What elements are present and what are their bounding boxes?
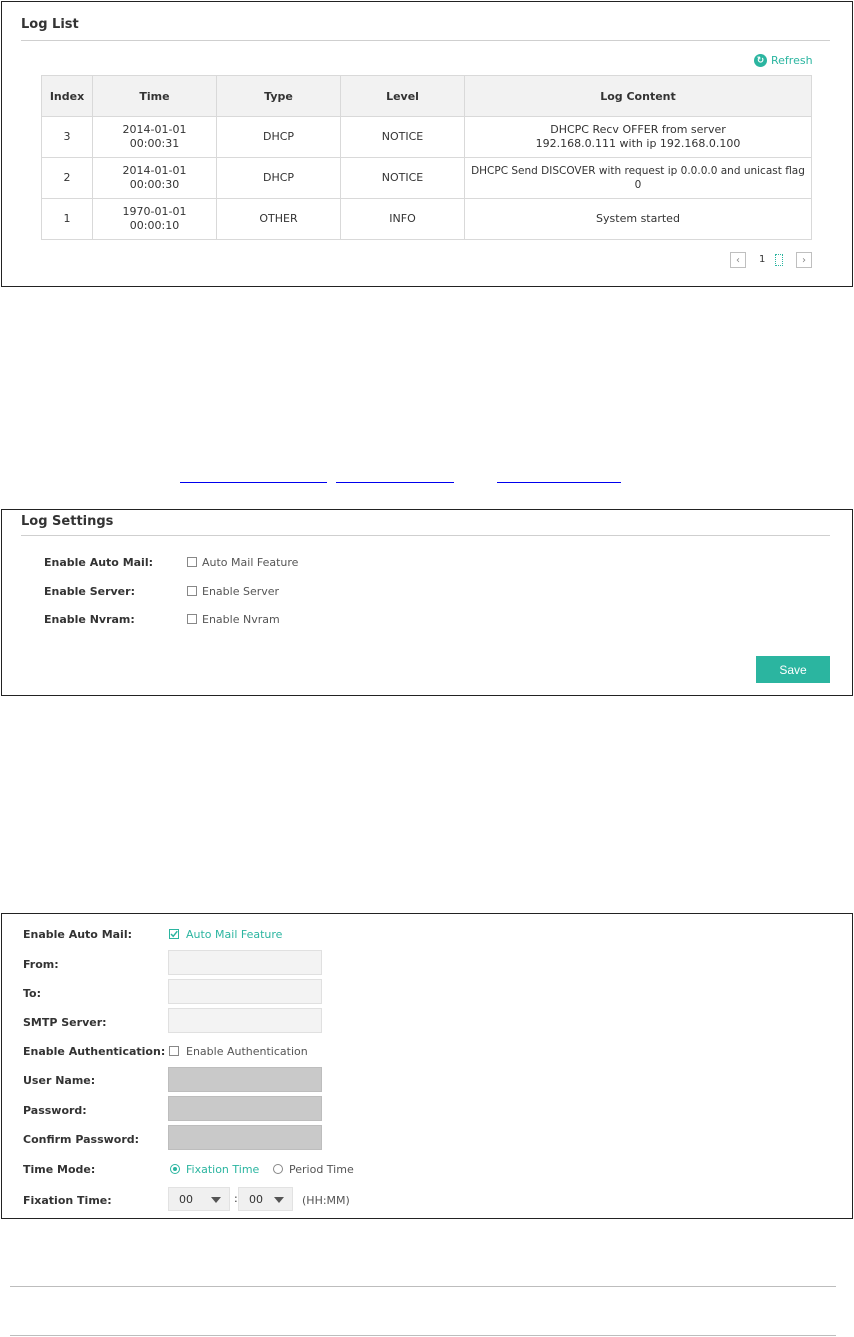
password-label: Password: [23, 1104, 87, 1117]
fixation-time-radio[interactable] [170, 1164, 180, 1174]
fixation-time-radio-label[interactable]: Fixation Time [186, 1163, 259, 1176]
enable-server-checkbox[interactable] [187, 586, 197, 596]
cell-type: DHCP [216, 116, 341, 158]
pager-current-page[interactable]: 1 [759, 254, 765, 265]
confirm-password-label: Confirm Password: [23, 1133, 140, 1146]
fixation-time-label: Fixation Time: [23, 1194, 112, 1207]
period-time-radio-label[interactable]: Period Time [289, 1163, 354, 1176]
smtp-server-input[interactable] [168, 1008, 322, 1033]
column-header-level[interactable]: Level [340, 75, 465, 117]
auto-mail-checkbox-label[interactable]: Auto Mail Feature [186, 928, 282, 941]
from-input[interactable] [168, 950, 322, 975]
cell-type: OTHER [216, 198, 341, 240]
mail-settings-panel: Enable Auto Mail: Auto Mail Feature From… [1, 913, 853, 1219]
chevron-down-icon [211, 1197, 221, 1203]
hour-select-value: 00 [179, 1192, 193, 1206]
cell-content: DHCPC Recv OFFER from server 192.168.0.1… [464, 116, 812, 158]
authentication-checkbox[interactable] [169, 1046, 179, 1056]
cell-content: DHCPC Send DISCOVER with request ip 0.0.… [464, 157, 812, 199]
column-header-type[interactable]: Type [216, 75, 341, 117]
checkmark-icon [170, 930, 178, 938]
auto-mail-checkbox[interactable] [169, 929, 179, 939]
table-row: 3 2014-01-01 00:00:31 DHCP NOTICE DHCPC … [41, 116, 812, 158]
column-header-time[interactable]: Time [92, 75, 217, 117]
confirm-password-input[interactable] [168, 1125, 322, 1150]
cell-time: 2014-01-01 00:00:30 [92, 157, 217, 199]
to-input[interactable] [168, 979, 322, 1004]
smtp-server-label: SMTP Server: [23, 1016, 107, 1029]
chevron-right-icon: › [802, 254, 806, 266]
refresh-label: Refresh [771, 54, 813, 67]
divider-line [10, 1335, 836, 1336]
log-settings-divider [21, 535, 830, 536]
link-underline [336, 482, 454, 483]
auto-mail-checkbox[interactable] [187, 557, 197, 567]
chevron-left-icon: ‹ [736, 254, 740, 266]
auto-mail-checkbox-label[interactable]: Auto Mail Feature [202, 556, 298, 569]
divider-line [10, 1286, 836, 1287]
column-header-log-content[interactable]: Log Content [464, 75, 812, 117]
enable-nvram-label: Enable Nvram: [44, 613, 135, 626]
hour-select[interactable]: 00 [168, 1187, 230, 1211]
time-mode-label: Time Mode: [23, 1163, 96, 1176]
time-format-hint: (HH:MM) [302, 1194, 350, 1207]
cell-index: 2 [41, 157, 93, 199]
enable-server-checkbox-label[interactable]: Enable Server [202, 585, 279, 598]
to-label: To: [23, 987, 41, 1000]
enable-auto-mail-label: Enable Auto Mail: [44, 556, 154, 569]
link-underline [180, 482, 327, 483]
enable-authentication-label: Enable Authentication: [23, 1045, 166, 1058]
user-name-label: User Name: [23, 1074, 96, 1087]
cell-time: 1970-01-01 00:00:10 [92, 198, 217, 240]
cell-level: NOTICE [340, 116, 465, 158]
cell-type: DHCP [216, 157, 341, 199]
pager-loading-icon [775, 254, 783, 266]
minute-select-value: 00 [249, 1192, 263, 1206]
table-row: 1 1970-01-01 00:00:10 OTHER INFO System … [41, 198, 812, 240]
table-row: 2 2014-01-01 00:00:30 DHCP NOTICE DHCPC … [41, 157, 812, 199]
user-name-input[interactable] [168, 1067, 322, 1092]
period-time-radio[interactable] [273, 1164, 283, 1174]
password-input[interactable] [168, 1096, 322, 1121]
authentication-checkbox-label[interactable]: Enable Authentication [186, 1045, 308, 1058]
cell-level: INFO [340, 198, 465, 240]
cell-time: 2014-01-01 00:00:31 [92, 116, 217, 158]
chevron-down-icon [274, 1197, 284, 1203]
cell-index: 3 [41, 116, 93, 158]
log-settings-title: Log Settings [21, 514, 114, 529]
enable-server-label: Enable Server: [44, 585, 135, 598]
link-underline [497, 482, 621, 483]
refresh-button[interactable]: ↻ Refresh [754, 54, 813, 67]
cell-index: 1 [41, 198, 93, 240]
log-list-title: Log List [21, 17, 79, 32]
from-label: From: [23, 958, 59, 971]
enable-nvram-checkbox-label[interactable]: Enable Nvram [202, 613, 280, 626]
log-list-panel: Log List ↻ Refresh Index Time Type Level… [1, 1, 853, 287]
log-list-divider [21, 40, 830, 41]
column-header-index[interactable]: Index [41, 75, 93, 117]
log-table: Index Time Type Level Log Content 3 2014… [41, 75, 812, 240]
table-header-row: Index Time Type Level Log Content [41, 75, 812, 117]
enable-nvram-checkbox[interactable] [187, 614, 197, 624]
pager-next-button[interactable]: › [796, 252, 812, 268]
cell-level: NOTICE [340, 157, 465, 199]
minute-select[interactable]: 00 [238, 1187, 293, 1211]
enable-auto-mail-label: Enable Auto Mail: [23, 928, 133, 941]
log-settings-panel: Log Settings Enable Auto Mail: Auto Mail… [1, 509, 853, 696]
cell-content: System started [464, 198, 812, 240]
save-button[interactable]: Save [756, 656, 830, 683]
refresh-icon: ↻ [754, 54, 767, 67]
pager-prev-button[interactable]: ‹ [730, 252, 746, 268]
